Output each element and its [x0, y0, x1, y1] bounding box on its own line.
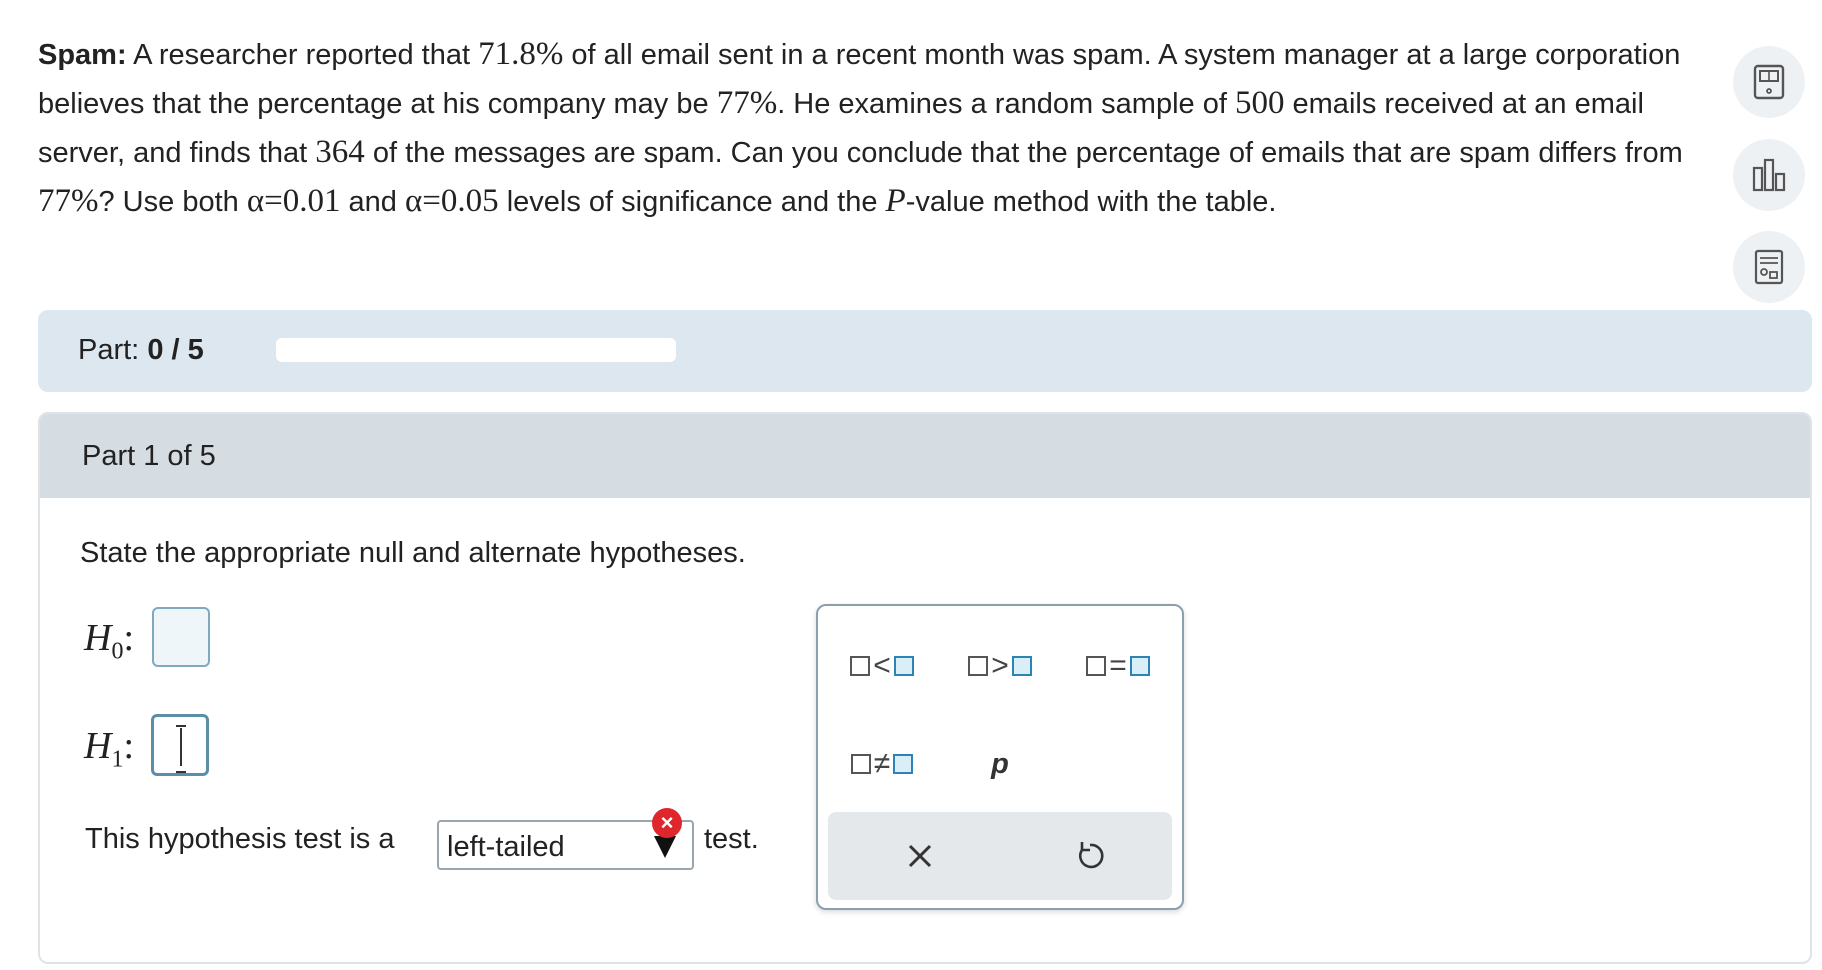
greater-than-button[interactable]: > — [960, 644, 1040, 688]
h1-input[interactable] — [151, 714, 209, 776]
close-icon — [908, 844, 932, 868]
part-progress-label: Part: 0 / 5 — [78, 334, 204, 366]
test-type-value: left-tailed — [447, 831, 565, 863]
calculator-icon — [1753, 64, 1785, 100]
calculator-button[interactable] — [1733, 46, 1805, 118]
instruction-text: State the appropriate null and alternate… — [80, 537, 746, 569]
dropdown-arrow-icon — [654, 836, 676, 858]
chart-icon — [1752, 158, 1786, 192]
h1-label: H1: — [84, 725, 135, 773]
h0-input[interactable] — [152, 607, 210, 667]
test-type-prefix: This hypothesis test is a — [85, 823, 395, 855]
symbol-palette: < > = ≠ p — [816, 604, 1184, 910]
error-icon: × — [652, 808, 682, 838]
palette-footer — [828, 812, 1172, 900]
p-symbol-button[interactable]: p — [970, 742, 1030, 786]
math-value: 71.8% — [478, 36, 564, 72]
math-value: P — [885, 183, 906, 219]
problem-statement: Spam: A researcher reported that 71.8% o… — [38, 36, 1683, 219]
math-value: 77% — [38, 183, 99, 219]
math-value: α=0.01 — [246, 183, 341, 219]
problem-title: Spam: — [38, 39, 127, 71]
data-sheet-button[interactable] — [1733, 231, 1805, 303]
undo-icon — [1079, 842, 1104, 869]
part-title: Part 1 of 5 — [82, 440, 216, 472]
data-sheet-icon — [1754, 249, 1784, 285]
math-value: α=0.05 — [404, 183, 499, 219]
text-cursor — [176, 725, 186, 773]
progress-track — [276, 338, 676, 362]
part-header: Part 1 of 5 — [40, 414, 1810, 498]
math-value: 364 — [315, 134, 365, 170]
chart-button[interactable] — [1733, 139, 1805, 211]
math-value: 77% — [716, 85, 778, 121]
test-type-suffix: test. — [704, 823, 759, 855]
part-progress-value: 0 / 5 — [147, 334, 204, 366]
equals-button[interactable]: = — [1078, 644, 1158, 688]
math-value: 500 — [1234, 85, 1285, 121]
less-than-button[interactable]: < — [842, 644, 922, 688]
not-equals-button[interactable]: ≠ — [842, 742, 922, 786]
part-progress-bar: Part: 0 / 5 — [38, 310, 1812, 392]
undo-button[interactable] — [1068, 834, 1112, 878]
h0-label: H0: — [84, 617, 135, 665]
clear-button[interactable] — [898, 834, 942, 878]
